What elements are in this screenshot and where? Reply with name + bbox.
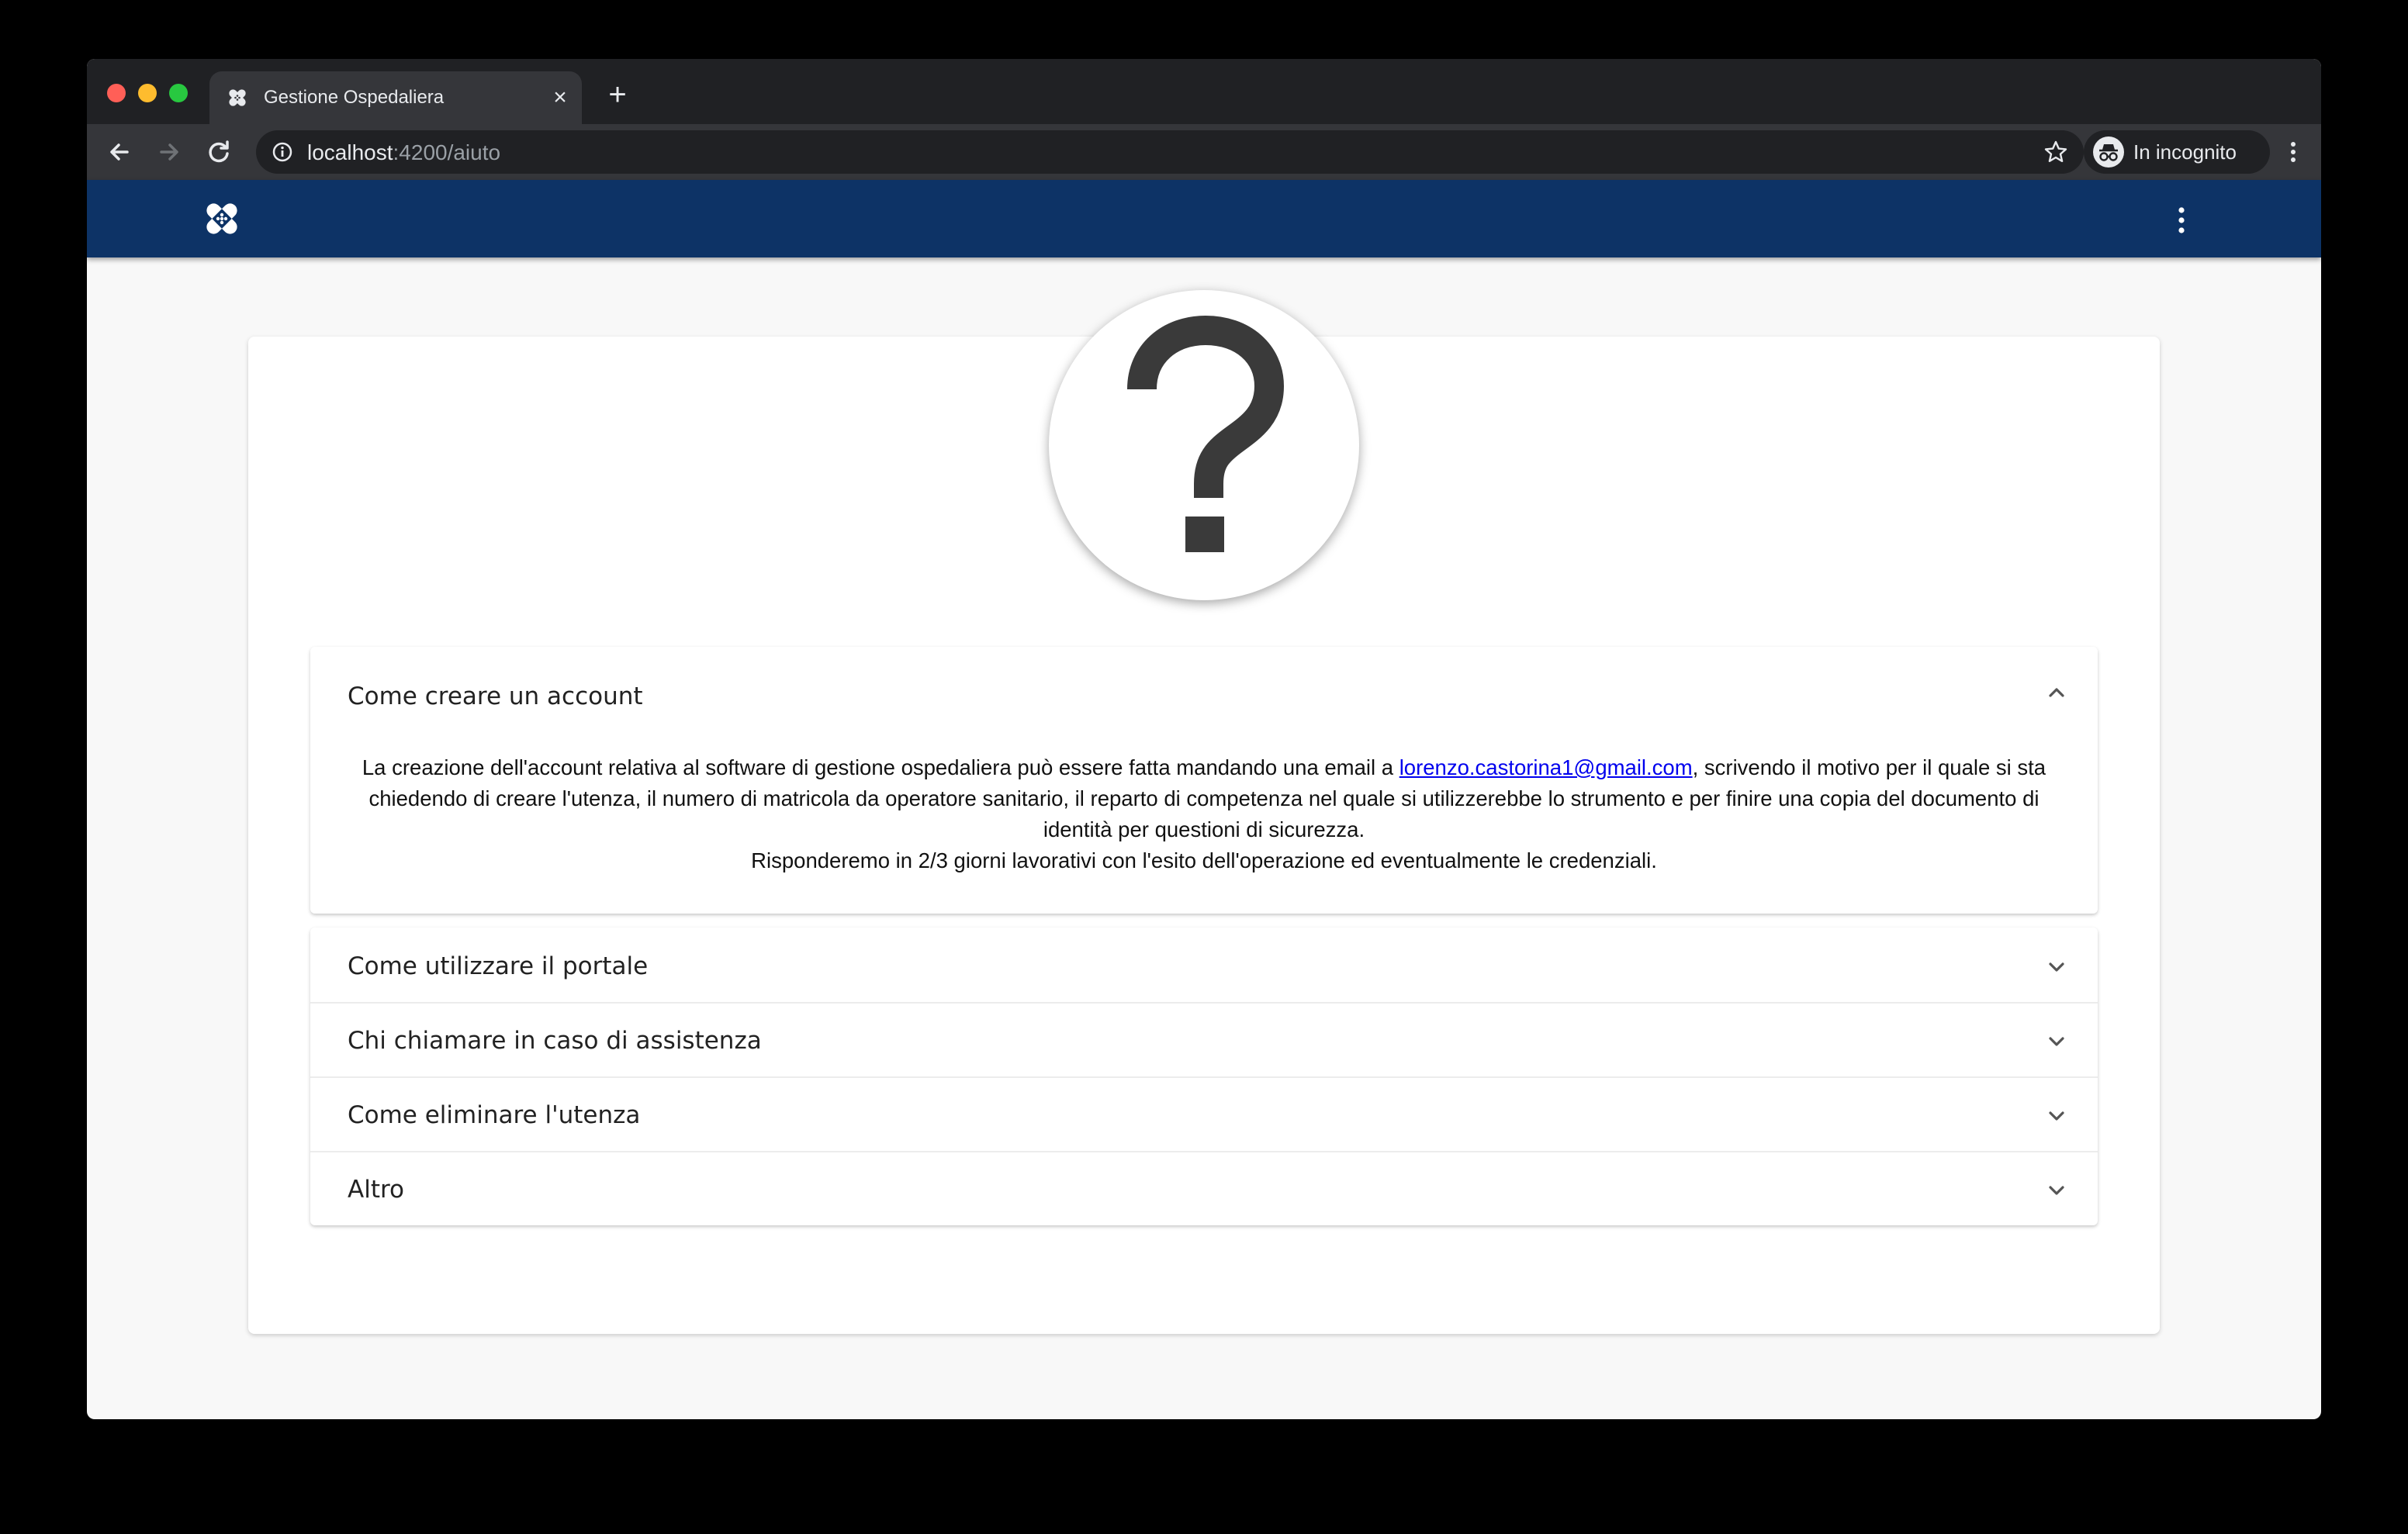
faq-header-other[interactable]: Altro — [310, 1151, 2098, 1225]
url-host: localhost — [307, 140, 393, 164]
faq-answer-text: La creazione dell'account relativa al so… — [362, 755, 1399, 779]
chevron-down-icon[interactable] — [2046, 1031, 2067, 1052]
tab-title: Gestione Ospedaliera — [264, 87, 445, 108]
browser-tab[interactable]: Gestione Ospedaliera × — [209, 71, 582, 124]
bandage-logo-icon[interactable] — [200, 197, 244, 240]
help-badge — [1049, 290, 1359, 600]
faq-answer: La creazione dell'account relativa al so… — [348, 752, 2060, 876]
url-text: localhost:4200/aiuto — [307, 140, 500, 165]
faq-header-delete-account[interactable]: Come eliminare l'utenza — [310, 1076, 2098, 1152]
faq-header-create-account[interactable]: Come creare un account — [310, 647, 2098, 746]
browser-menu-icon[interactable] — [2284, 136, 2302, 168]
app-header — [87, 180, 2321, 257]
reload-icon[interactable] — [202, 135, 236, 169]
app-menu-icon[interactable] — [2172, 205, 2191, 236]
chevron-down-icon[interactable] — [2046, 1106, 2067, 1126]
faq-answer-text: Risponderemo in 2/3 giorni lavorativi co… — [751, 848, 1657, 872]
faq-title: Come utilizzare il portale — [348, 952, 649, 980]
chevron-up-icon[interactable] — [2046, 682, 2067, 703]
faq-accordion: Come utilizzare il portale Chi chiamare … — [310, 928, 2098, 1225]
bandage-favicon-icon — [229, 89, 246, 106]
browser-window: Gestione Ospedaliera × + localhost:4200/… — [87, 59, 2321, 1419]
maximize-window-button[interactable] — [169, 84, 188, 102]
address-bar[interactable]: localhost:4200/aiuto — [256, 130, 2084, 174]
faq-panel-create-account: Come creare un account La creazione dell… — [310, 647, 2098, 914]
support-email-link[interactable]: lorenzo.castorina1@gmail.com — [1399, 755, 1693, 779]
bookmark-star-icon[interactable] — [2043, 140, 2068, 164]
tab-strip: Gestione Ospedaliera × + — [87, 59, 2321, 124]
back-arrow-icon[interactable] — [102, 135, 137, 169]
faq-header-use-portal[interactable]: Come utilizzare il portale — [310, 928, 2098, 1004]
chevron-down-icon[interactable] — [2046, 1180, 2067, 1201]
forward-arrow-icon[interactable] — [152, 135, 186, 169]
question-mark-icon — [1127, 315, 1285, 552]
incognito-badge[interactable]: In incognito — [2084, 130, 2270, 174]
incognito-label: In incognito — [2133, 140, 2237, 164]
close-window-button[interactable] — [107, 84, 126, 102]
new-tab-button[interactable]: + — [600, 78, 635, 112]
chevron-down-icon[interactable] — [2046, 957, 2067, 977]
faq-title: Altro — [348, 1176, 405, 1204]
faq-title: Come eliminare l'utenza — [348, 1101, 641, 1129]
incognito-icon — [2093, 136, 2124, 168]
info-icon[interactable] — [272, 141, 293, 163]
tab-close-icon[interactable]: × — [548, 85, 573, 110]
browser-toolbar: localhost:4200/aiuto In incognito — [87, 124, 2321, 180]
minimize-window-button[interactable] — [138, 84, 157, 102]
url-path: :4200/aiuto — [393, 140, 501, 164]
faq-title: Come creare un account — [348, 682, 643, 710]
faq-title: Chi chiamare in caso di assistenza — [348, 1027, 762, 1055]
faq-header-assistance[interactable]: Chi chiamare in caso di assistenza — [310, 1002, 2098, 1078]
